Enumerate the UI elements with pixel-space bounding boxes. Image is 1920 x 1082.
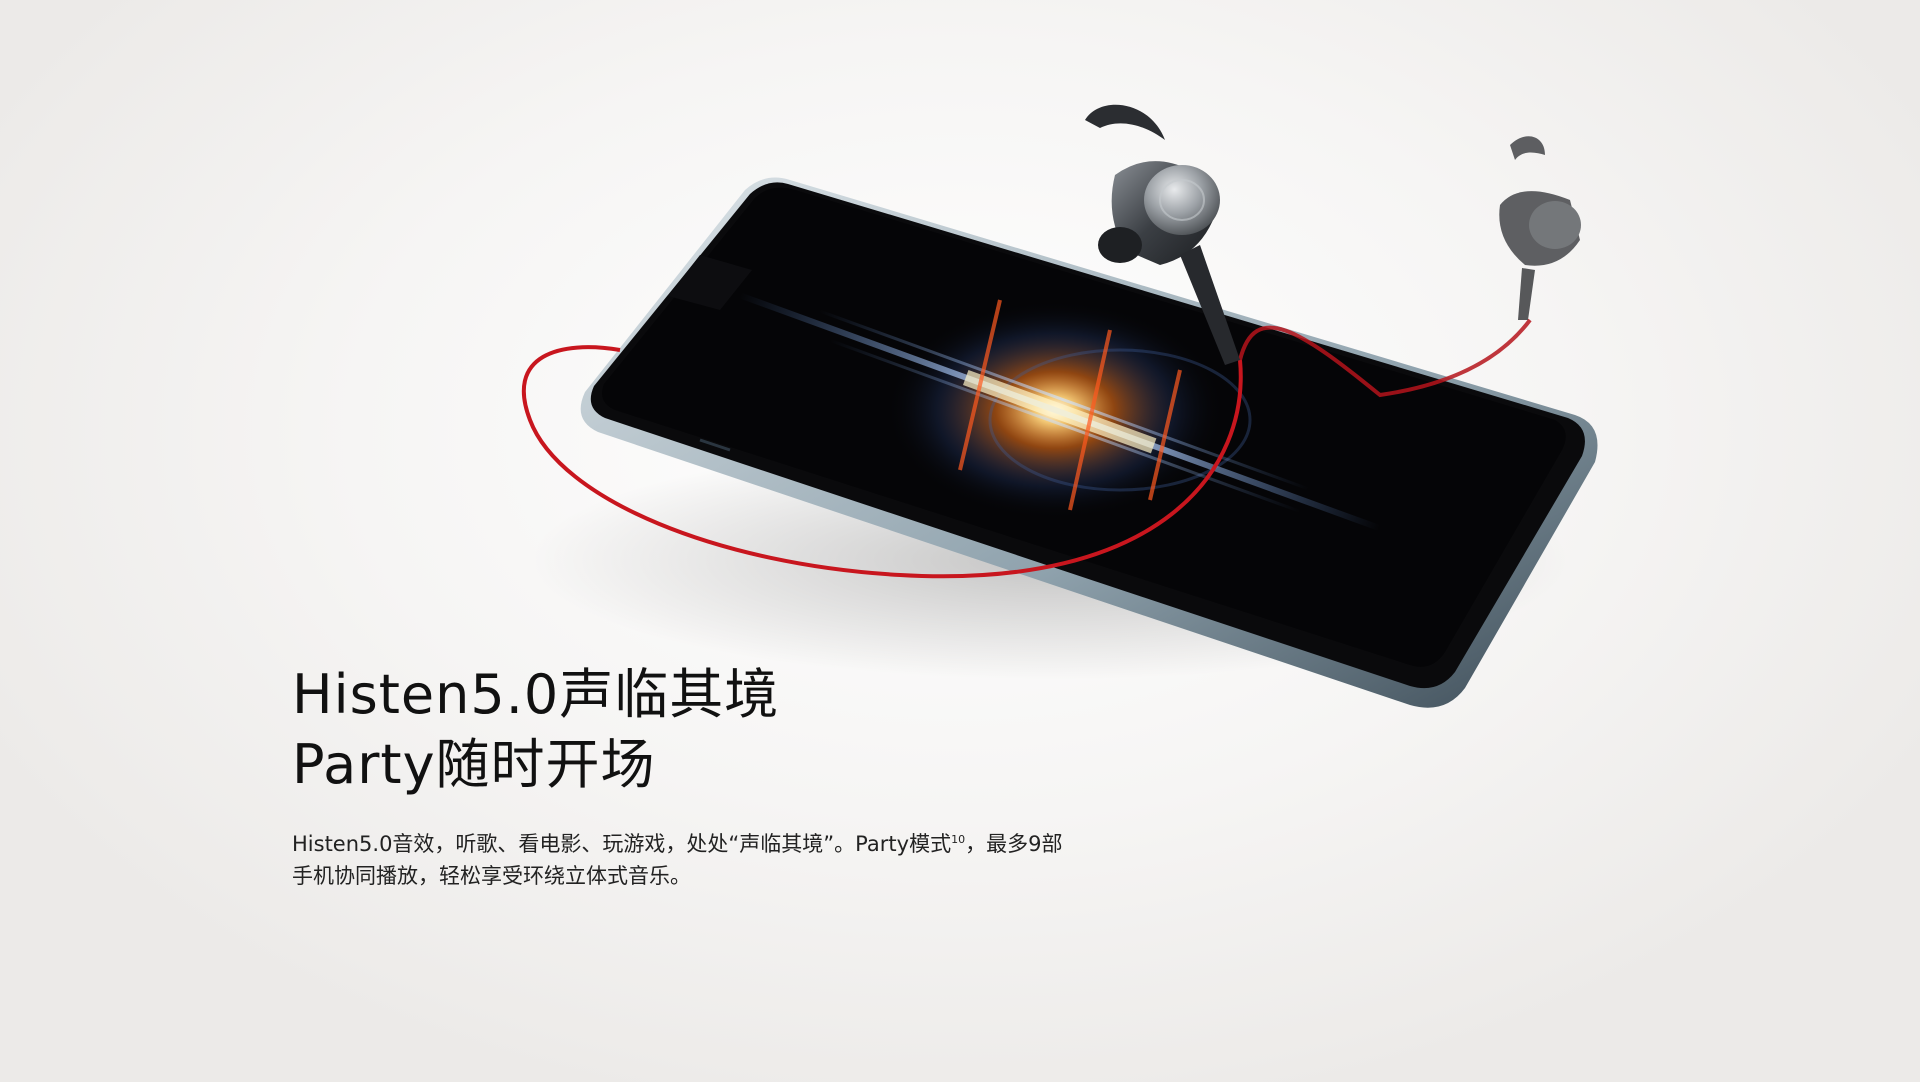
headline-line-1: Histen5.0声临其境 [292,663,780,726]
footnote-reference[interactable]: 10 [951,833,965,846]
description-part-1: Histen5.0音效，听歌、看电影、玩游戏，处处“声临其境”。Party模式 [292,832,952,856]
description-part-2: ，最多9部 [965,832,1063,856]
hero-copy: Histen5.0声临其境 Party随时开场 Histen5.0音效，听歌、看… [292,660,1192,892]
product-illustration [521,104,1598,708]
description-line-2: 手机协同播放，轻松享受环绕立体式音乐。 [292,864,691,888]
headline-line-2: Party随时开场 [292,733,656,796]
hero-section: Histen5.0声临其境 Party随时开场 Histen5.0音效，听歌、看… [0,0,1920,1082]
feature-description: Histen5.0音效，听歌、看电影、玩游戏，处处“声临其境”。Party模式1… [292,824,1212,892]
